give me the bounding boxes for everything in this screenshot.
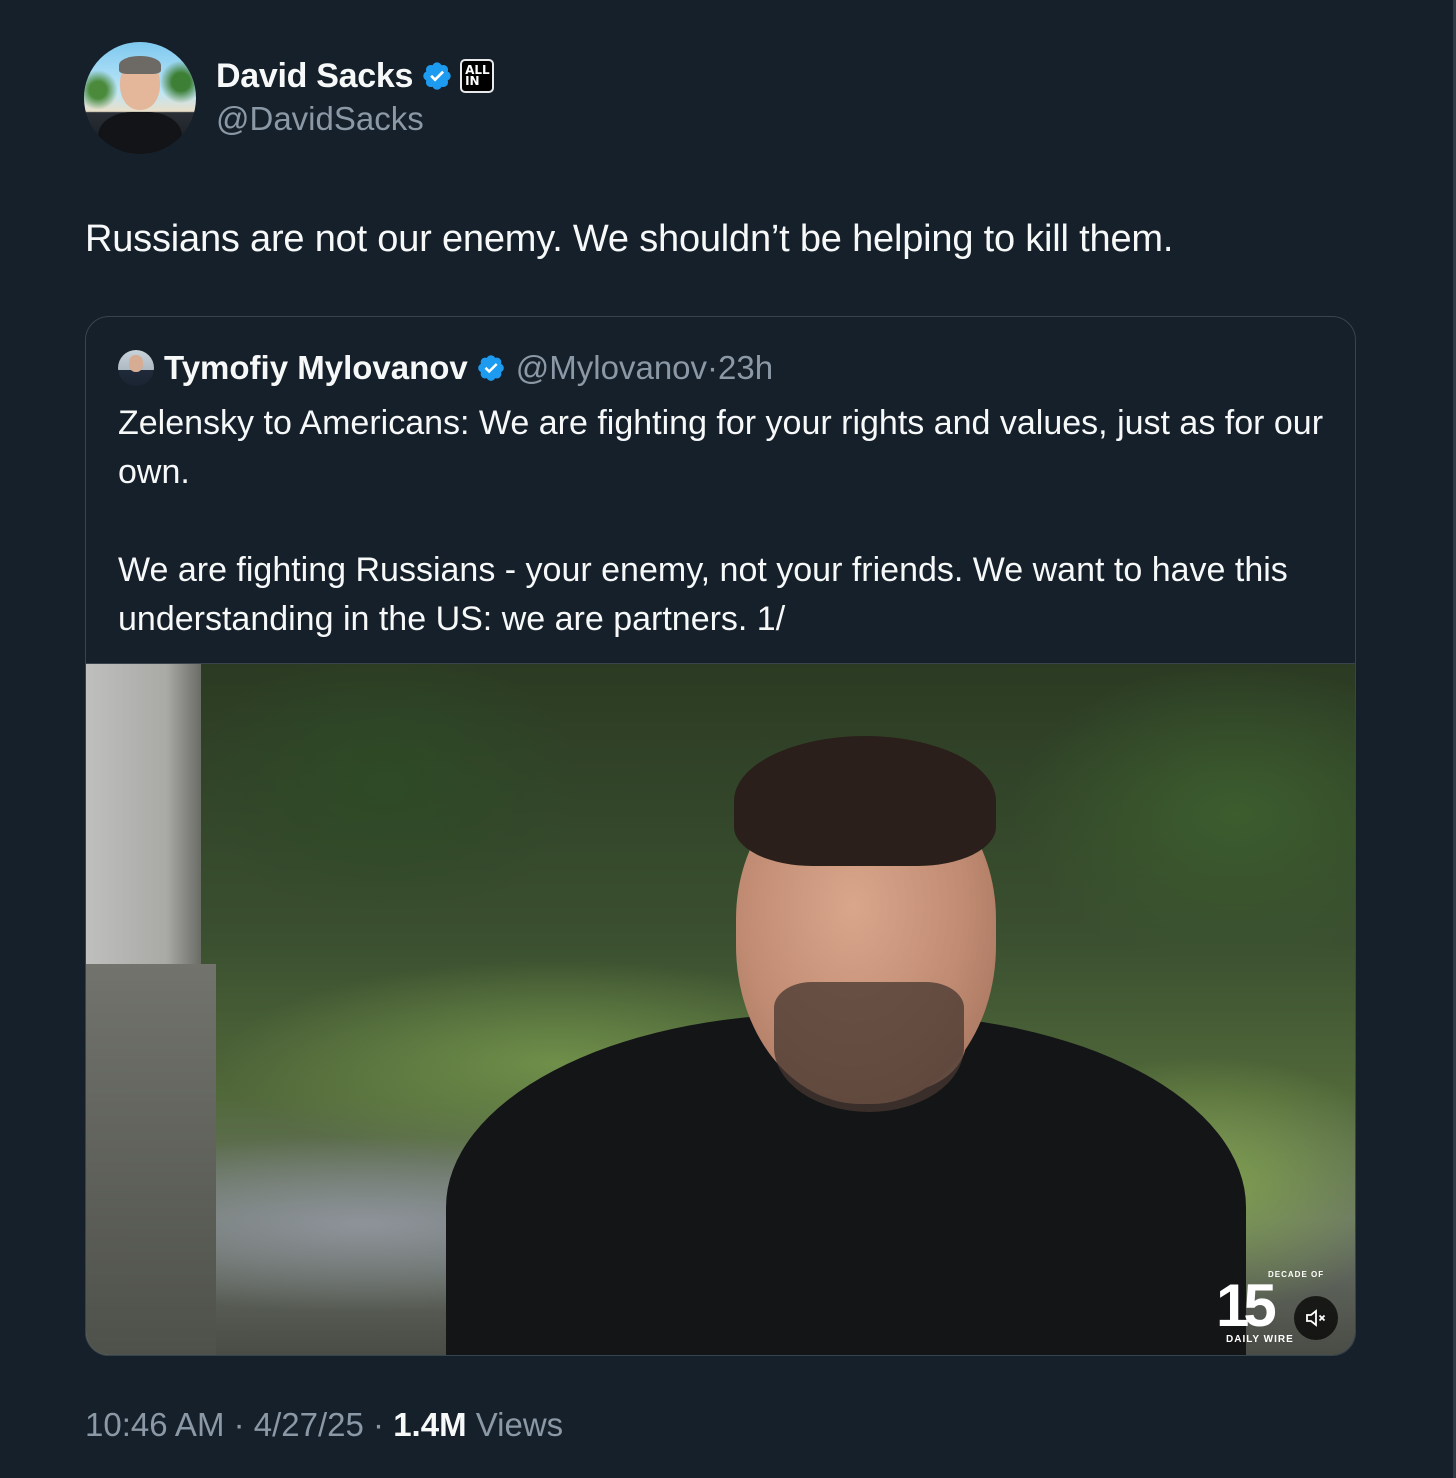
verified-badge-icon <box>477 355 504 381</box>
video-background-pillar <box>86 664 216 1355</box>
quoted-author-avatar <box>118 350 154 386</box>
meta-separator: · <box>224 1406 254 1443</box>
quoted-tweet-video[interactable]: DECADE OF 15 DAILY WIRE <box>86 663 1355 1355</box>
views-label: Views <box>466 1406 564 1443</box>
tweet-text: Russians are not our enemy. We shouldn’t… <box>85 218 1174 260</box>
author-handle[interactable]: @DavidSacks <box>216 100 424 138</box>
affiliation-badge[interactable]: ALL IN <box>460 59 495 93</box>
meta-separator: · <box>363 1406 394 1443</box>
quoted-author-name: Tymofiy Mylovanov <box>164 349 468 386</box>
quoted-tweet-header: Tymofiy Mylovanov @Mylovanov·23h <box>118 347 773 389</box>
video-person-hair <box>734 736 996 866</box>
affiliation-badge-line-2: IN <box>465 74 480 88</box>
author-avatar[interactable] <box>84 42 196 154</box>
tweet-metadata: 10:46 AM · 4/27/25 · 1.4M Views <box>85 1406 563 1444</box>
video-person-beard <box>774 982 964 1112</box>
verified-badge-icon[interactable] <box>421 60 453 92</box>
quoted-tweet-text: Zelensky to Americans: We are fighting f… <box>118 404 1324 638</box>
watermark-bottom-text: DAILY WIRE <box>1226 1334 1294 1345</box>
speaker-muted-icon <box>1306 1309 1326 1327</box>
views-count: 1.4M <box>393 1406 467 1443</box>
tweet-date[interactable]: 4/27/25 <box>254 1406 364 1443</box>
watermark-number: 15 <box>1216 1272 1277 1339</box>
mute-toggle-button[interactable] <box>1294 1296 1338 1340</box>
watermark-top-text: DECADE OF <box>1268 1270 1325 1279</box>
tweet-time[interactable]: 10:46 AM <box>85 1406 224 1443</box>
header-separator: · <box>707 349 719 386</box>
quoted-author-handle: @Mylovanov·23h <box>515 349 774 386</box>
author-name[interactable]: David Sacks <box>216 57 413 96</box>
quoted-tweet-card[interactable]: Tymofiy Mylovanov @Mylovanov·23h Zelensk… <box>85 316 1356 1356</box>
author-name-row: David Sacks ALL IN <box>216 56 495 96</box>
quoted-tweet-age: 23h <box>718 349 774 386</box>
